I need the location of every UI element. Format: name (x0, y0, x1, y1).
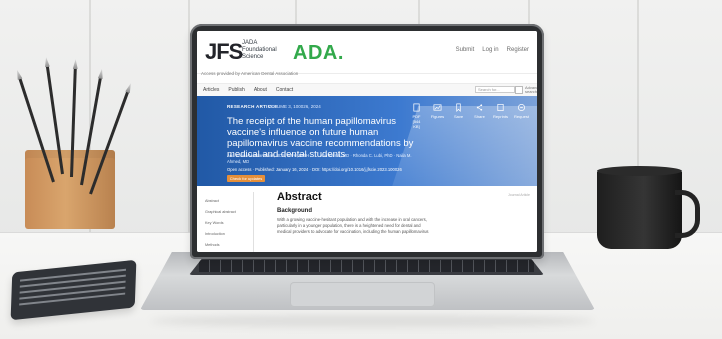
top-links: Submit Log in Register (456, 47, 529, 53)
reprints-icon (497, 103, 504, 112)
article-body: Abstract Graphical abstract Key Words In… (197, 186, 537, 252)
register-link[interactable]: Register (507, 47, 529, 53)
keyboard-keys (199, 260, 534, 272)
articles-menu[interactable]: Articles (203, 87, 219, 93)
section-link[interactable]: Methods (205, 240, 243, 251)
about-menu[interactable]: About (254, 87, 267, 93)
request-icon (517, 103, 526, 112)
tool-label: Share (474, 114, 485, 119)
share-tool[interactable]: Share (472, 103, 487, 129)
save-icon (456, 103, 461, 112)
tool-label: Save (453, 114, 464, 119)
section-navigation: Abstract Graphical abstract Key Words In… (205, 196, 243, 251)
section-divider (253, 192, 254, 252)
advanced-search-link[interactable]: Advanced search (525, 86, 537, 94)
search-input[interactable]: Search for... (475, 86, 515, 93)
article-volume: VOLUME 3, 100026, 2024 (268, 104, 321, 109)
article-published: Open access · Published: January 16, 202… (227, 167, 402, 172)
section-link[interactable]: Key Words (205, 218, 243, 229)
share-icon (476, 104, 483, 111)
figures-tool[interactable]: Figures (430, 103, 445, 129)
keyboard (189, 257, 544, 275)
section-link[interactable]: Abstract (205, 196, 243, 207)
reprints-tool[interactable]: Reprints (493, 103, 508, 129)
tool-label: Request (514, 114, 529, 119)
laptop-desk-scene: JFS JADA Foundational Science ADA. Submi… (0, 0, 722, 339)
publish-menu[interactable]: Publish (228, 87, 244, 93)
journal-subtitle-line: JADA (242, 40, 258, 46)
search-icon[interactable] (515, 86, 523, 94)
tool-label: Figures (430, 114, 445, 119)
login-link[interactable]: Log in (482, 47, 498, 53)
section-link[interactable]: Introduction (205, 229, 243, 240)
contact-menu[interactable]: Contact (276, 87, 293, 93)
abstract-heading: Abstract (277, 191, 322, 203)
figures-icon (433, 104, 442, 111)
laptop-screen: JFS JADA Foundational Science ADA. Submi… (197, 31, 537, 252)
journal-logo: JFS (205, 39, 243, 64)
journal-subtitle-line: Science (242, 54, 264, 60)
main-navigation: Articles Publish About Contact Search fo… (197, 83, 537, 97)
access-note: Access provided by American Dental Assoc… (201, 71, 299, 76)
save-tool[interactable]: Save (451, 103, 466, 129)
article-note: Journal Article (508, 193, 530, 197)
tool-label: Reprints (493, 114, 508, 119)
request-tool[interactable]: Request (514, 103, 529, 129)
tool-label: PDF [544 KB] (412, 114, 421, 129)
check-updates-button[interactable]: Check for updates (227, 175, 265, 182)
article-authors: Ana Karina Mascarenhas, BDS, MPH, DrPH ·… (227, 153, 412, 164)
coffee-mug (597, 166, 700, 249)
laptop-shadow (150, 315, 595, 327)
abstract-text: With a growing vaccine-hesitant populati… (277, 217, 429, 234)
journal-logo-subtitle: JADA Foundational Science (242, 40, 297, 61)
site-header: JFS JADA Foundational Science ADA. Submi… (197, 31, 537, 76)
journal-subtitle-line: Foundational (242, 47, 277, 53)
pdf-icon (413, 103, 420, 112)
ada-logo: ADA. (293, 42, 344, 64)
pdf-tool[interactable]: PDF [544 KB] (409, 103, 424, 129)
section-link[interactable]: Graphical abstract (205, 207, 243, 218)
trackpad (290, 282, 435, 307)
submit-link[interactable]: Submit (456, 47, 475, 53)
menu-items: Articles Publish About Contact (203, 87, 293, 93)
background-heading: Background (277, 208, 313, 214)
article-hero: RESEARCH ARTICLE VOLUME 3, 100026, 2024 … (197, 96, 537, 186)
article-tools: PDF [544 KB] Figures Save Share Reprints (409, 103, 529, 129)
